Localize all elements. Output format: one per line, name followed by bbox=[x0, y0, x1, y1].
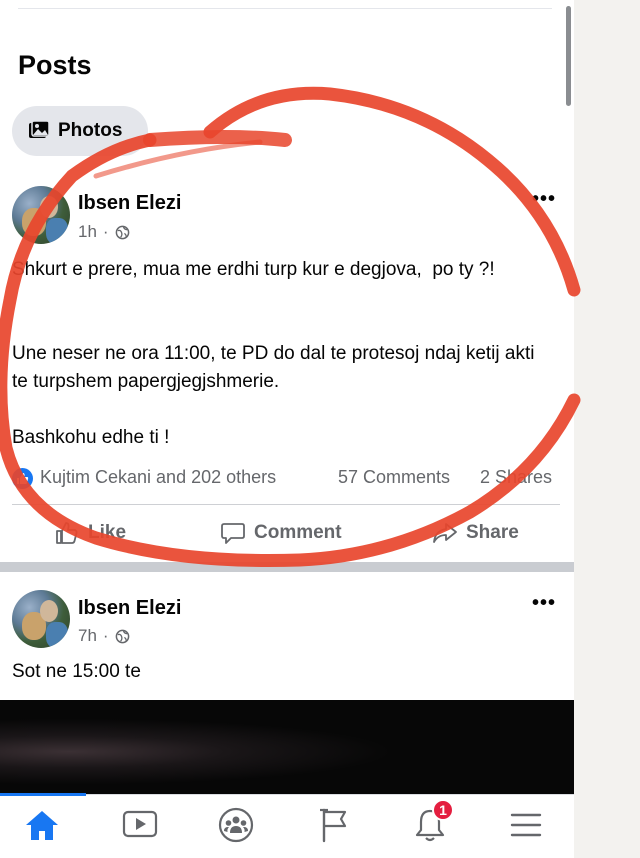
reactors-summary[interactable]: Kujtim Cekani and 202 others bbox=[40, 467, 276, 488]
author-avatar[interactable] bbox=[12, 590, 70, 648]
active-tab-indicator bbox=[0, 793, 86, 796]
post-text: Sot ne 15:00 te bbox=[12, 661, 141, 682]
globe-icon bbox=[115, 225, 129, 239]
photos-icon bbox=[29, 120, 50, 138]
meta-dot: · bbox=[102, 222, 109, 241]
top-divider bbox=[18, 8, 552, 9]
post-time[interactable]: 1h bbox=[78, 222, 97, 242]
post-separator bbox=[0, 562, 574, 572]
post-reactions-row: Kujtim Cekani and 202 others 57 Comments… bbox=[12, 466, 560, 490]
post-meta: 1h · bbox=[78, 222, 130, 242]
post-options-button[interactable]: ••• bbox=[532, 592, 556, 615]
post-author-name[interactable]: Ibsen Elezi bbox=[78, 597, 181, 620]
facebook-profile-feed: Posts Photos Ibsen Elezi 1h · ••• Shkurt… bbox=[0, 0, 574, 858]
notifications-tab[interactable]: 1 bbox=[410, 799, 454, 845]
scrollbar[interactable] bbox=[566, 6, 571, 106]
home-icon bbox=[26, 811, 58, 840]
posts-heading: Posts bbox=[18, 50, 92, 80]
thumbs-up-icon bbox=[56, 522, 78, 544]
watch-tab[interactable] bbox=[120, 805, 160, 845]
notification-count-badge: 1 bbox=[432, 799, 454, 821]
share-icon bbox=[433, 523, 457, 543]
comment-label: Comment bbox=[254, 522, 342, 543]
post-video-preview[interactable] bbox=[0, 700, 574, 794]
photos-filter-chip[interactable]: Photos bbox=[12, 106, 148, 156]
globe-icon bbox=[115, 629, 129, 643]
meta-dot: · bbox=[102, 626, 109, 645]
photos-chip-label: Photos bbox=[58, 120, 123, 141]
post-text-paragraph-2: Une neser ne ora 11:00, te PD do dal te … bbox=[12, 343, 540, 392]
pages-tab[interactable] bbox=[314, 805, 354, 845]
author-avatar[interactable] bbox=[12, 186, 70, 244]
post-actions-bar: Like Comment Share bbox=[0, 510, 574, 556]
pages-flag-icon bbox=[320, 808, 347, 843]
menu-icon bbox=[510, 813, 542, 837]
comment-button[interactable]: Comment bbox=[220, 510, 342, 556]
share-label: Share bbox=[466, 522, 519, 543]
actions-divider bbox=[12, 504, 560, 505]
post-time[interactable]: 7h bbox=[78, 626, 97, 646]
post-text-paragraph-3: Bashkohu edhe ti ! bbox=[12, 427, 170, 448]
menu-tab[interactable] bbox=[506, 805, 546, 845]
groups-tab[interactable] bbox=[216, 805, 256, 845]
like-reaction-icon bbox=[12, 468, 33, 489]
home-tab[interactable] bbox=[22, 805, 62, 845]
post-text-paragraph-1: Shkurt e prere, mua me erdhi turp kur e … bbox=[12, 259, 495, 280]
share-button[interactable]: Share bbox=[432, 510, 519, 556]
comment-icon bbox=[221, 523, 245, 544]
like-label: Like bbox=[88, 522, 127, 543]
video-icon bbox=[122, 810, 158, 838]
groups-icon bbox=[218, 807, 254, 843]
comments-count[interactable]: 57 Comments bbox=[338, 467, 450, 488]
post-options-button[interactable]: ••• bbox=[532, 188, 556, 211]
post-meta: 7h · bbox=[78, 626, 130, 646]
like-button[interactable]: Like bbox=[54, 510, 126, 556]
bottom-navigation-bar: 1 bbox=[0, 793, 574, 858]
shares-count[interactable]: 2 Shares bbox=[480, 467, 552, 488]
post-author-name[interactable]: Ibsen Elezi bbox=[78, 192, 181, 215]
